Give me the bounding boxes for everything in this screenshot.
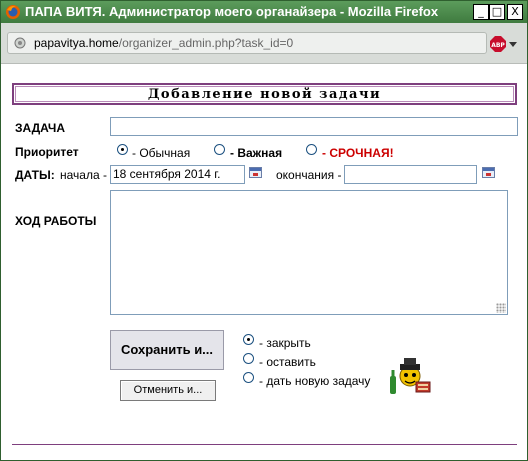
priority-label: Приоритет: [15, 145, 79, 159]
start-date-label: начала -: [60, 168, 107, 182]
start-date-input[interactable]: 18 сентября 2014 г.: [110, 165, 245, 184]
after-save-stay-label: - оставить: [259, 355, 316, 369]
resize-grip-icon[interactable]: [496, 303, 506, 313]
svg-text:ABP: ABP: [491, 42, 505, 49]
url-path: /organizer_admin.php?task_id=0: [118, 36, 294, 50]
minimize-button[interactable]: _: [473, 4, 489, 20]
cancel-button[interactable]: Отменить и...: [120, 380, 216, 401]
firefox-icon: [6, 5, 20, 19]
priority-urgent-label: - СРОЧНАЯ!: [322, 146, 394, 160]
maximize-button[interactable]: □: [489, 4, 505, 20]
progress-label: ХОД РАБОТЫ: [15, 214, 97, 228]
priority-important-label: - Важная: [230, 146, 283, 160]
url-host: papavitya.home: [34, 36, 119, 50]
end-calendar-icon[interactable]: [482, 167, 495, 178]
chevron-down-icon[interactable]: [509, 42, 517, 47]
form-heading-box: Добавление новой задачи: [12, 83, 517, 105]
priority-normal-label: - Обычная: [132, 146, 191, 160]
window-title: ПАПА ВИТЯ. Администратор моего органайзе…: [25, 4, 439, 19]
task-label: ЗАДАЧА: [15, 121, 66, 135]
navigation-bar: papavitya.home/organizer_admin.php?task_…: [1, 23, 527, 64]
bottom-divider: [12, 444, 517, 445]
title-bar[interactable]: ПАПА ВИТЯ. Администратор моего органайзе…: [1, 1, 527, 23]
progress-textarea[interactable]: [110, 190, 508, 315]
end-date-input[interactable]: [344, 165, 477, 184]
end-date-label: окончания -: [276, 168, 342, 182]
after-save-radio-close[interactable]: [243, 334, 254, 345]
after-save-close-label: - закрыть: [259, 336, 311, 350]
address-bar[interactable]: papavitya.home/organizer_admin.php?task_…: [7, 32, 487, 54]
globe-icon: [14, 37, 26, 49]
page-content: Добавление новой задачи ЗАДАЧА Приоритет…: [1, 64, 527, 460]
start-calendar-icon[interactable]: [249, 167, 262, 178]
save-button[interactable]: Сохранить и...: [110, 330, 224, 370]
priority-radio-urgent[interactable]: [306, 144, 317, 155]
priority-radio-important[interactable]: [214, 144, 225, 155]
task-input[interactable]: [110, 117, 518, 136]
url-text: papavitya.home/organizer_admin.php?task_…: [34, 36, 293, 50]
browser-window: ПАПА ВИТЯ. Администратор моего органайзе…: [0, 0, 528, 461]
adblock-plus-icon[interactable]: ABP: [490, 36, 506, 52]
after-save-new-label: - дать новую задачу: [259, 374, 371, 388]
after-save-radio-new[interactable]: [243, 372, 254, 383]
close-button[interactable]: X: [507, 4, 523, 20]
mascot-with-bottle-icon: [390, 358, 431, 394]
dates-label: ДАТЫ:: [15, 168, 55, 182]
after-save-radio-stay[interactable]: [243, 353, 254, 364]
priority-radio-normal[interactable]: [117, 144, 128, 155]
form-heading: Добавление новой задачи: [15, 86, 514, 102]
